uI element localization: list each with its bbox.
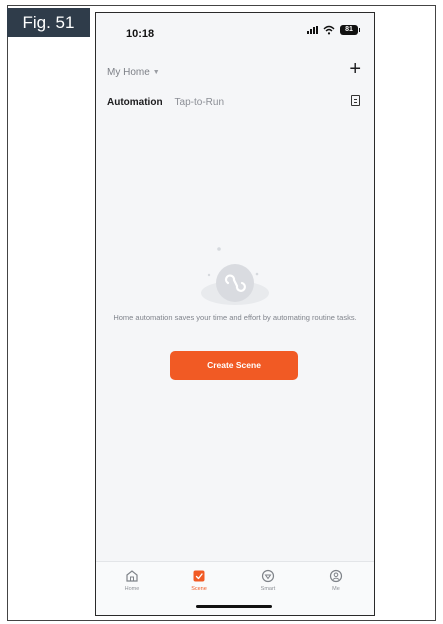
tab-tap-to-run[interactable]: Tap-to-Run: [175, 97, 224, 108]
nav-home[interactable]: Home: [106, 569, 158, 592]
status-time: 10:18: [126, 28, 155, 40]
home-selector-label: My Home: [107, 67, 150, 78]
tab-automation[interactable]: Automation: [107, 97, 163, 108]
home-indicator[interactable]: [196, 605, 272, 608]
create-scene-button[interactable]: Create Scene: [170, 351, 298, 380]
scene-tabs: Automation Tap-to-Run: [107, 97, 224, 108]
log-icon[interactable]: [351, 95, 360, 106]
battery-icon: 81: [340, 25, 360, 35]
nav-smart-label: Smart: [260, 586, 276, 592]
status-bar: 10:18 81: [96, 13, 374, 53]
figure-label: Fig. 51: [7, 8, 90, 37]
smart-icon: [261, 569, 275, 583]
nav-me[interactable]: Me: [310, 569, 362, 592]
signal-icon: [307, 26, 318, 34]
empty-state-message: Home automation saves your time and effo…: [113, 313, 357, 322]
scene-icon: [193, 570, 205, 582]
me-icon: [329, 569, 343, 583]
automation-empty-illustration-icon: [201, 247, 269, 305]
nav-home-label: Home: [124, 586, 140, 592]
phone-screen: 10:18 81 My Home ▼ + Automation Tap-to-R…: [95, 12, 375, 616]
nav-scene[interactable]: Scene: [173, 569, 225, 592]
nav-me-label: Me: [332, 586, 340, 592]
nav-scene-label: Scene: [191, 586, 207, 592]
caret-down-icon: ▼: [152, 69, 160, 76]
plus-icon[interactable]: +: [349, 59, 361, 79]
wifi-icon: [323, 25, 335, 35]
nav-smart[interactable]: Smart: [242, 569, 294, 592]
home-icon: [126, 570, 138, 582]
home-selector[interactable]: My Home ▼: [107, 67, 160, 78]
status-icons: 81: [307, 25, 360, 35]
